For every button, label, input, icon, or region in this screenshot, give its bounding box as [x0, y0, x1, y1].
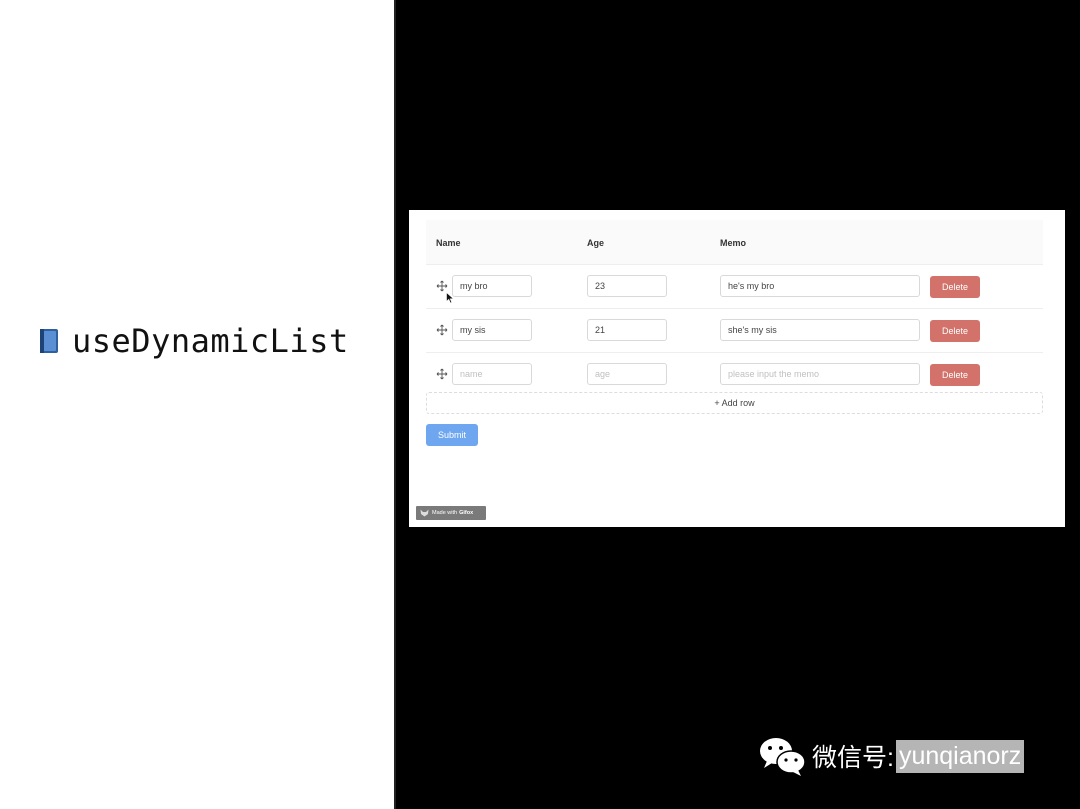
age-input[interactable]: [587, 319, 667, 341]
badge-brand: Gifox: [459, 510, 474, 516]
gifox-badge: Made with Gifox: [416, 506, 486, 520]
slide-panel: useDynamicList: [0, 0, 396, 809]
badge-made-with: Made with: [432, 510, 458, 516]
watermark-handle: yunqianorz: [895, 739, 1025, 773]
dynamic-table: Name Age Memo Delete Delete: [426, 220, 1043, 397]
name-input[interactable]: [452, 319, 532, 341]
demo-frame: Name Age Memo Delete Delete: [409, 210, 1065, 527]
submit-button[interactable]: Submit: [426, 424, 478, 446]
column-header-age: Age: [587, 238, 605, 248]
wechat-icon: [760, 738, 806, 776]
wechat-watermark: 微信号: yunqianorz: [758, 735, 1025, 777]
column-header-memo: Memo: [720, 238, 747, 248]
drag-handle-icon[interactable]: [436, 280, 448, 292]
memo-input[interactable]: [720, 275, 920, 297]
drag-handle-icon[interactable]: [436, 368, 448, 380]
book-icon: [40, 329, 58, 353]
delete-button[interactable]: Delete: [930, 364, 980, 386]
mouse-cursor-icon: [446, 292, 454, 304]
memo-input[interactable]: [720, 319, 920, 341]
age-input[interactable]: [587, 275, 667, 297]
name-input[interactable]: [452, 363, 532, 385]
delete-button[interactable]: Delete: [930, 320, 980, 342]
name-input[interactable]: [452, 275, 532, 297]
table-header: Name Age Memo: [426, 220, 1043, 265]
fox-icon: [420, 509, 429, 517]
slide-title: useDynamicList: [72, 322, 349, 360]
age-input[interactable]: [587, 363, 667, 385]
add-row-button[interactable]: + Add row: [426, 392, 1043, 414]
drag-handle-icon[interactable]: [436, 324, 448, 336]
delete-button[interactable]: Delete: [930, 276, 980, 298]
column-header-name: Name: [436, 238, 461, 248]
slide-title-row: useDynamicList: [38, 322, 349, 360]
memo-input[interactable]: [720, 363, 920, 385]
table-row: Delete: [426, 265, 1043, 309]
table-row: Delete: [426, 353, 1043, 397]
table-row: Delete: [426, 309, 1043, 353]
watermark-label: 微信号:: [812, 744, 894, 772]
